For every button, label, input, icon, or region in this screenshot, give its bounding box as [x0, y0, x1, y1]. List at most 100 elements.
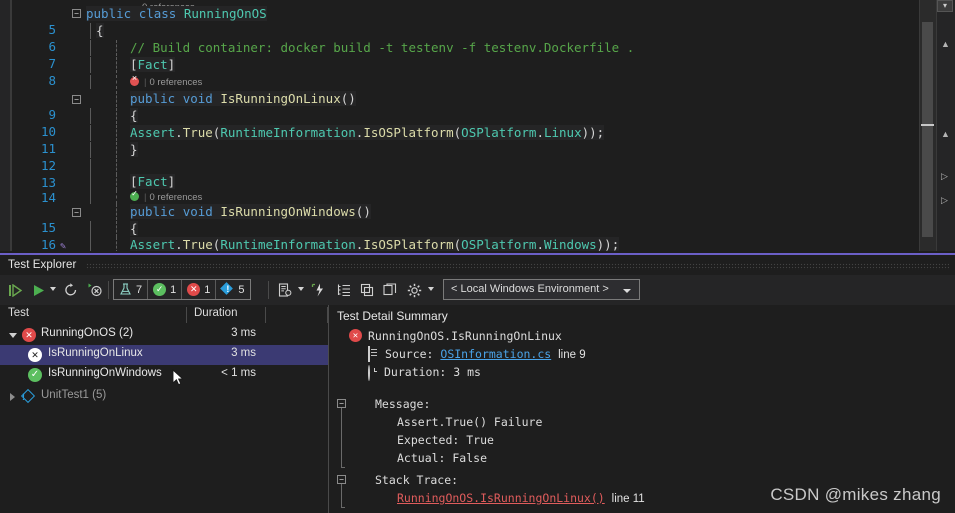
code-line-14: 14 [Fact] [12, 174, 902, 205]
test-duration: 3 ms [231, 347, 256, 359]
test-detail-summary-pane: Test Detail Summary RunningOnOS.IsRunnin… [329, 305, 955, 513]
message-expander-icon[interactable]: − [337, 399, 346, 408]
settings-button[interactable] [404, 280, 424, 300]
toolbar-separator [108, 281, 109, 299]
gear-icon [407, 283, 421, 297]
column-header-test[interactable]: Test [8, 307, 29, 319]
test-name[interactable]: UnitTest1 (5) [41, 389, 106, 401]
test-name[interactable]: IsRunningOnLinux [48, 347, 143, 359]
playlist-dropdown-caret-icon[interactable] [298, 287, 304, 291]
toolbar-separator [268, 281, 269, 299]
code-editor[interactable]: 0 references 5 − public class RunningOnO… [0, 0, 955, 256]
test-duration: < 1 ms [221, 367, 256, 379]
fold-toggle-icon[interactable]: − [72, 208, 81, 217]
copy-icon [360, 283, 374, 297]
play-icon [33, 284, 44, 296]
fold-toggle-icon[interactable]: − [72, 95, 81, 104]
margin-expander-icon[interactable]: ▷ [941, 196, 948, 205]
editor-right-margin[interactable]: ▾ ▲ ▲ ▷ ▷ [937, 0, 955, 256]
total-tests-count: 7 [136, 283, 143, 296]
notrun-tests-count: 5 [238, 283, 245, 296]
settings-dropdown-caret-icon[interactable] [428, 287, 434, 291]
cancel-button[interactable] [85, 280, 103, 300]
playlist-button[interactable] [276, 280, 294, 300]
stack-trace-row: RunningOnOS.IsRunningOnLinux() line 11 [397, 491, 645, 505]
fold-toggle-icon[interactable]: − [72, 9, 81, 18]
group-by-button[interactable] [335, 280, 353, 300]
stack-trace-link[interactable]: RunningOnOS.IsRunningOnLinux() [397, 491, 605, 505]
code-line-12: 12 } [12, 142, 902, 173]
code-line-16: 16 { [12, 221, 902, 252]
scrollbar-change-marker [921, 124, 934, 126]
margin-marker-icon[interactable]: ▲ [941, 130, 950, 139]
detail-source-row: Source: OSInformation.cs line 9 [385, 347, 586, 361]
passed-tests-count: 1 [170, 283, 177, 296]
failed-icon [349, 329, 363, 343]
group-by-icon [337, 284, 350, 297]
run-button[interactable] [29, 280, 47, 300]
source-file-link[interactable]: OSInformation.cs [440, 347, 551, 361]
duration-label: Duration: [384, 365, 447, 379]
table-row[interactable]: IsRunningOnWindows < 1 ms [0, 365, 328, 385]
failed-tests-count: 1 [204, 283, 211, 296]
test-name[interactable]: IsRunningOnWindows [48, 367, 162, 379]
test-failed-icon[interactable] [130, 74, 139, 86]
code-line-15: 15 − public void IsRunningOnWindows() [12, 204, 902, 235]
test-grid-header: Test Duration [0, 305, 328, 325]
run-dropdown-caret-icon[interactable] [50, 287, 56, 291]
test-tree[interactable]: RunningOnOS (2) 3 ms IsRunningOnLinux 3 … [0, 325, 328, 513]
flask-icon [119, 283, 132, 296]
passed-tests-cell[interactable]: 1 [148, 280, 183, 299]
table-row[interactable]: RunningOnOS (2) 3 ms [0, 325, 328, 345]
message-line: Expected: True [397, 433, 494, 447]
scrollbar-thumb[interactable] [922, 22, 933, 237]
notrun-icon: ! [220, 282, 234, 296]
margin-expander-icon[interactable]: ▷ [941, 172, 948, 181]
code-text-8: [Fact] [130, 57, 176, 72]
chevron-down-icon[interactable] [623, 289, 631, 293]
codelens-failed-row[interactable]: |0 references [130, 74, 202, 91]
code-line-9: 9 − public void IsRunningOnLinux() [12, 91, 902, 122]
code-line-10: 10 { [12, 108, 902, 139]
code-line-6: 6 { [12, 23, 902, 54]
code-coverage-button[interactable] [310, 280, 328, 300]
code-text-9: public void IsRunningOnLinux() [130, 91, 356, 106]
test-passed-icon[interactable] [130, 189, 139, 201]
test-name[interactable]: RunningOnOS (2) [41, 327, 133, 339]
failed-tests-cell[interactable]: 1 [182, 280, 217, 299]
code-text-12: } [130, 142, 138, 157]
code-text-10: { [130, 108, 138, 123]
test-explorer-panel: Test Explorer 7 ✓ 1 ✕ 1 ! 5 < Local Wind… [0, 256, 955, 513]
codelens-annotation-failed[interactable]: |0 references [12, 74, 902, 91]
splitter-accent-line [0, 253, 955, 255]
run-all-tests-button[interactable] [5, 280, 25, 300]
notrun-icon: ! [20, 388, 36, 404]
code-line-8: 8 [Fact] [12, 57, 902, 88]
repeat-last-run-button[interactable] [62, 280, 80, 300]
code-text-15: public void IsRunningOnWindows() [130, 204, 371, 219]
editor-top-right-button[interactable]: ▾ [937, 0, 953, 12]
stack-trace-expander-icon[interactable]: − [337, 475, 346, 484]
duplicate-icon [383, 283, 397, 296]
test-explorer-toolbar: 7 1 1 ! 5 [0, 275, 955, 305]
expander-closed-icon[interactable] [10, 393, 15, 401]
table-row[interactable]: IsRunningOnLinux 3 ms [0, 345, 328, 365]
margin-marker-icon[interactable]: ▲ [941, 40, 950, 49]
code-text-7: // Build container: docker build -t test… [130, 40, 635, 55]
table-row[interactable]: ! UnitTest1 (5) [0, 387, 328, 407]
message-line: Actual: False [397, 451, 488, 465]
total-tests-cell[interactable]: 7 [114, 280, 149, 299]
failed-icon [187, 283, 201, 296]
test-explorer-tabstrip[interactable]: Test Explorer [0, 256, 955, 275]
code-surface[interactable]: 0 references 5 − public class RunningOnO… [12, 0, 955, 256]
stack-trace-line: line 11 [611, 493, 645, 505]
editor-vertical-scrollbar[interactable] [919, 0, 937, 256]
copy-button[interactable] [358, 280, 376, 300]
test-duration: 3 ms [231, 327, 256, 339]
notrun-tests-cell[interactable]: ! 5 [216, 280, 249, 299]
duplicate-button[interactable] [381, 280, 399, 300]
environment-selector[interactable]: < Local Windows Environment > [443, 279, 640, 300]
test-explorer-title[interactable]: Test Explorer [8, 259, 76, 271]
column-header-duration[interactable]: Duration [194, 307, 237, 319]
expander-open-icon[interactable] [9, 333, 17, 338]
